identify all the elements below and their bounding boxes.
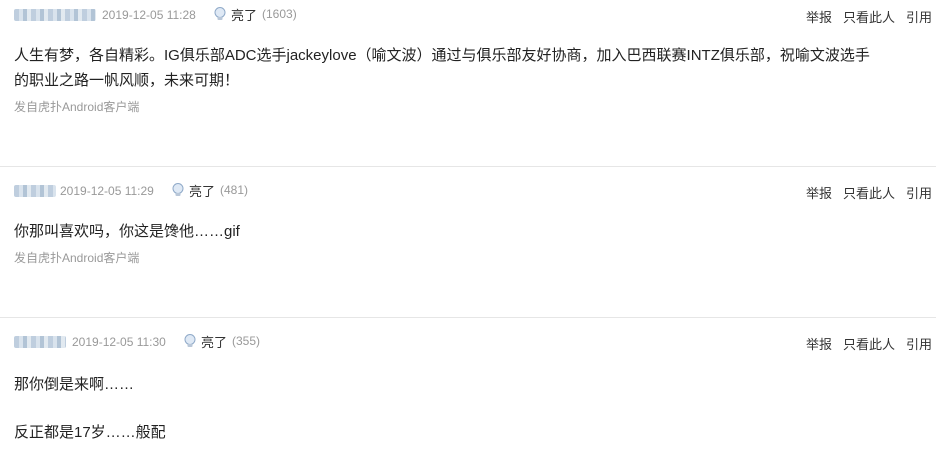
reply-meta: 2019-12-05 11:30 亮了 (355) 举报 只看此人 引用 — [0, 331, 936, 353]
content-line: 人生有梦，各自精彩。IG俱乐部ADC选手jackeylove（喻文波）通过与俱乐… — [14, 47, 870, 64]
report-link[interactable]: 举报 — [806, 334, 832, 353]
light-count: (481) — [220, 183, 249, 197]
username-blurred[interactable] — [14, 9, 96, 21]
post-source: 发自虎扑Android客户端 — [14, 100, 140, 114]
reply-content: 人生有梦，各自精彩。IG俱乐部ADC选手jackeylove（喻文波）通过与俱乐… — [14, 43, 922, 93]
only-this-user-link[interactable]: 只看此人 — [843, 183, 895, 202]
reply-content: 反正都是17岁……般配 — [14, 420, 922, 445]
quote-link[interactable]: 引用 — [906, 7, 932, 26]
reply-actions: 举报 只看此人 引用 — [806, 7, 932, 26]
reply-content: 那你倒是来啊…… — [14, 372, 922, 397]
reply-item: 2019-12-05 11:28 亮了 (1603) 举报 只看此人 引用 人生… — [0, 0, 936, 167]
username-blurred[interactable] — [14, 336, 66, 348]
post-source: 发自虎扑Android客户端 — [14, 251, 140, 265]
light-label: 亮了 — [201, 334, 228, 350]
reply-actions: 举报 只看此人 引用 — [806, 183, 932, 202]
username-blurred[interactable] — [14, 185, 56, 197]
light-label: 亮了 — [231, 7, 258, 23]
light-button[interactable]: 亮了 (481) — [170, 181, 248, 199]
lightbulb-icon — [214, 7, 226, 20]
quote-link[interactable]: 引用 — [906, 183, 932, 202]
report-link[interactable]: 举报 — [806, 183, 832, 202]
lightbulb-icon — [184, 334, 196, 347]
content-line: 那你倒是来啊…… — [14, 376, 135, 393]
post-time: 2019-12-05 11:28 — [102, 8, 196, 22]
reply-meta: 2019-12-05 11:29 亮了 (481) 举报 只看此人 引用 — [0, 180, 936, 202]
lightbulb-icon — [172, 183, 184, 196]
reply-content: 你那叫喜欢吗，你这是馋他……gif — [14, 219, 922, 244]
report-link[interactable]: 举报 — [806, 7, 832, 26]
reply-item: 2019-12-05 11:30 亮了 (355) 举报 只看此人 引用 那你倒… — [0, 318, 936, 449]
post-time: 2019-12-05 11:30 — [72, 335, 166, 349]
light-count: (1603) — [262, 7, 297, 21]
light-button[interactable]: 亮了 (1603) — [212, 5, 297, 23]
light-label: 亮了 — [189, 183, 216, 199]
only-this-user-link[interactable]: 只看此人 — [843, 7, 895, 26]
reply-item: 2019-12-05 11:29 亮了 (481) 举报 只看此人 引用 你那叫… — [0, 167, 936, 318]
content-line: 反正都是17岁……般配 — [14, 424, 166, 441]
quote-link[interactable]: 引用 — [906, 334, 932, 353]
light-button[interactable]: 亮了 (355) — [182, 332, 260, 350]
only-this-user-link[interactable]: 只看此人 — [843, 334, 895, 353]
post-time: 2019-12-05 11:29 — [60, 184, 154, 198]
content-line: 的职业之路一帆风顺，未来可期！ — [14, 72, 240, 89]
content-line: 你那叫喜欢吗，你这是馋他……gif — [14, 223, 240, 240]
light-count: (355) — [232, 334, 261, 348]
reply-meta: 2019-12-05 11:28 亮了 (1603) 举报 只看此人 引用 — [0, 4, 936, 26]
reply-actions: 举报 只看此人 引用 — [806, 334, 932, 353]
